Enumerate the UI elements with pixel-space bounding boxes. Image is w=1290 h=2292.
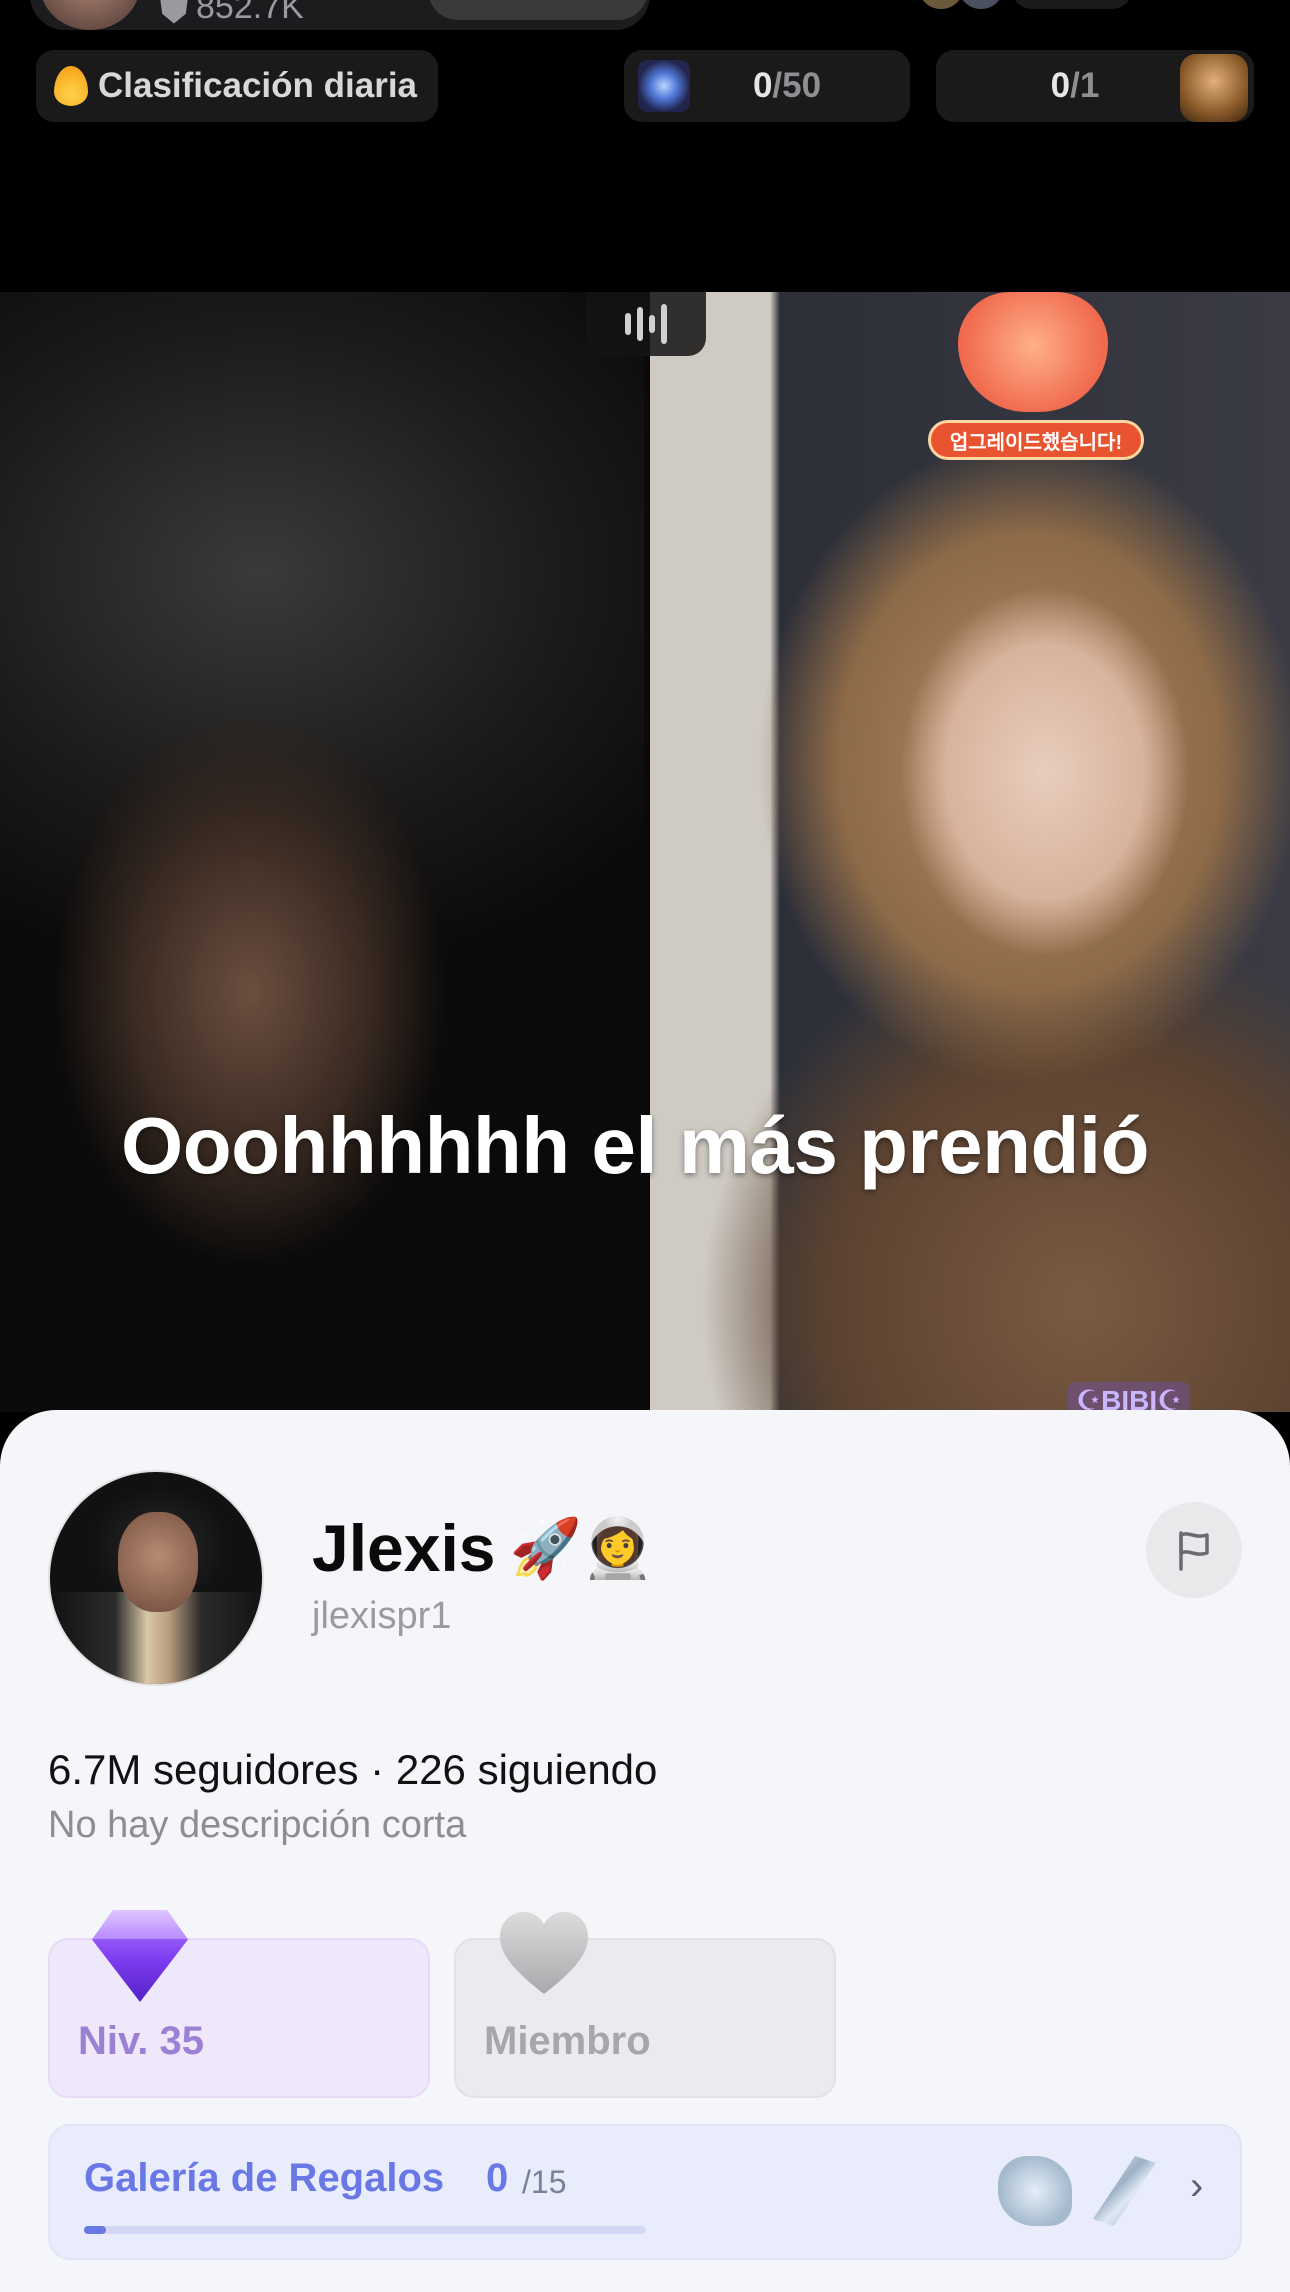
profile-name: Jlexis 🚀👩‍🚀 (312, 1510, 654, 1586)
member-badge[interactable]: Miembro (454, 1912, 836, 2098)
likes-count: 852.7K (160, 0, 304, 27)
gift-gallery[interactable]: Galería de Regalos 0 /15 › (48, 2124, 1242, 2260)
diamond-icon (92, 1910, 188, 2002)
profile-avatar[interactable] (48, 1470, 264, 1686)
ticket-total: /1 (1070, 66, 1100, 105)
ticket-current: 0 (1050, 66, 1071, 105)
stream-caption: Ooohhhhhh el más prendió (121, 1101, 1150, 1190)
heart-mascot-icon (958, 292, 1108, 412)
viewer-count-pill[interactable] (1007, 0, 1137, 12)
guest-watermark: ☪BIBI☪ (1068, 1382, 1191, 1412)
profile-card: Jlexis 🚀👩‍🚀 jlexispr1 6.7M seguidores · … (0, 1410, 1290, 2292)
daily-ranking-label: Clasificación diaria (98, 66, 418, 105)
ticket-goal-counter[interactable]: 0/1 (936, 50, 1254, 122)
live-video[interactable]: 업그레이드했습니다! Ooohhhhhh el más prendió ☪BIB… (0, 292, 1290, 1412)
sparkle-icon (638, 60, 690, 112)
follow-stats[interactable]: 6.7M seguidores · 226 siguiendo (48, 1746, 657, 1794)
top-bar: 852.7K Clasificación diaria 0/50 0/1 (0, 0, 1290, 292)
likes-value: 852.7K (196, 0, 304, 26)
gift-gallery-total: /15 (522, 2164, 567, 2200)
stars-total: /50 (772, 66, 822, 105)
audio-bars-icon[interactable] (586, 292, 706, 356)
gift-gallery-title: Galería de Regalos (84, 2156, 445, 2200)
profile-name-text: Jlexis (312, 1511, 496, 1585)
profile-handle: jlexispr1 (312, 1595, 452, 1637)
daily-ranking-button[interactable]: Clasificación diaria (36, 50, 438, 122)
flag-icon (1179, 1531, 1209, 1571)
viewer-avatars[interactable] (915, 0, 1155, 12)
profile-bio: No hay descripción corta (48, 1804, 467, 1846)
level-label: Niv. 35 (78, 2019, 204, 2063)
report-button[interactable] (1146, 1502, 1242, 1598)
name-emojis: 🚀👩‍🚀 (509, 1513, 654, 1582)
gift-gallery-count: 0 (486, 2156, 509, 2200)
stars-current: 0 (752, 66, 773, 105)
viewer-avatar[interactable] (955, 0, 1007, 12)
stars-goal-counter[interactable]: 0/50 (624, 50, 910, 122)
level-badge[interactable]: Niv. 35 (48, 1910, 430, 2098)
host-video-feed[interactable] (0, 292, 644, 1412)
member-label: Miembro (484, 2019, 651, 2063)
gift-gallery-progress-fill (84, 2226, 107, 2234)
heart-icon (500, 1912, 588, 1994)
gift-gallery-progress (84, 2226, 646, 2234)
feather-gift-icon (1093, 2156, 1156, 2226)
follow-button[interactable] (428, 0, 648, 20)
shield-icon (160, 0, 188, 24)
sticker-banner: 업그레이드했습니다! (928, 420, 1144, 460)
ice-castle-gift-icon (998, 2156, 1072, 2226)
chevron-right-icon[interactable]: › (1190, 2164, 1203, 2209)
viewer-avatar[interactable] (915, 0, 967, 12)
flame-icon (54, 66, 88, 106)
upgrade-sticker: 업그레이드했습니다! (918, 292, 1148, 472)
buddha-icon (1180, 54, 1248, 122)
